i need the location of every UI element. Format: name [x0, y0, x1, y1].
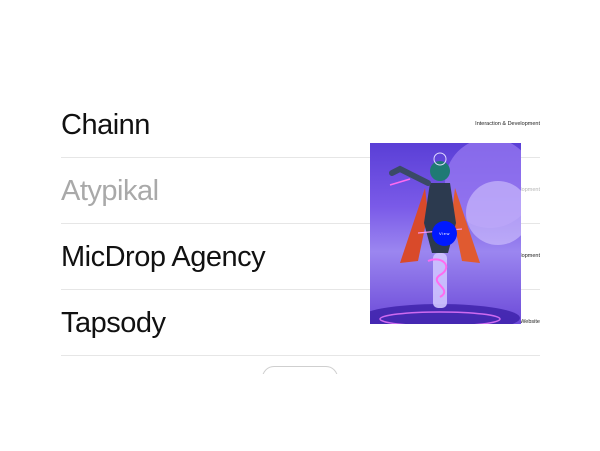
view-button[interactable]: View: [432, 221, 457, 246]
project-title: MicDrop Agency: [61, 241, 266, 273]
project-title: Chainn: [61, 109, 150, 141]
project-title: Atypikal: [61, 175, 159, 207]
load-more-button[interactable]: [262, 366, 338, 374]
project-tag: Interaction & Development: [475, 121, 540, 127]
project-title: Tapsody: [61, 307, 166, 339]
project-tag: Website: [520, 319, 540, 325]
